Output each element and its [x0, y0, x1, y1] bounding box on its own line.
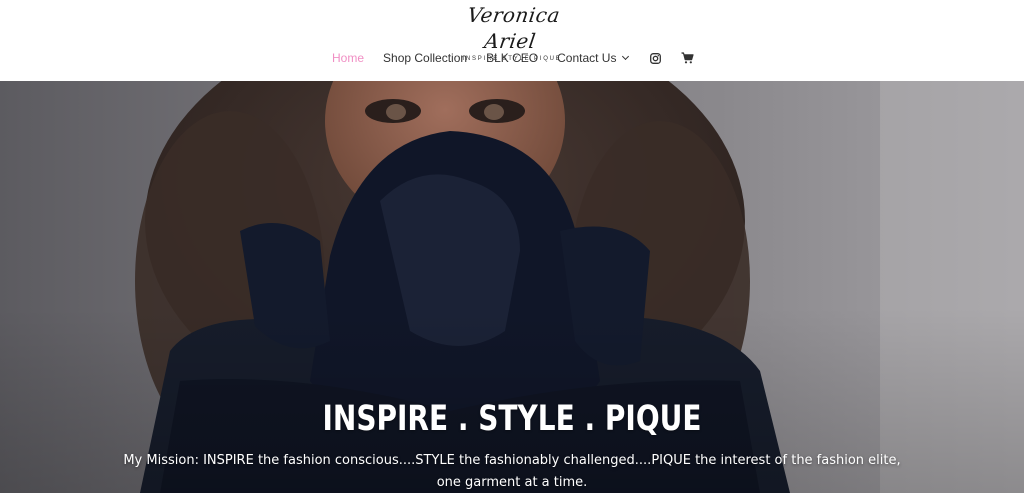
mission-statement: My Mission: INSPIRE the fashion consciou… — [123, 453, 901, 490]
nav-item-contact-us[interactable]: Contact Us — [557, 51, 630, 65]
logo-script-text: Veronica Ariel — [465, 3, 562, 53]
nav-item-blk-ceo[interactable]: BLK CEO — [486, 51, 538, 65]
chevron-down-icon — [622, 52, 630, 61]
nav-item-home[interactable]: Home — [332, 51, 364, 65]
nav-item-shop-collection[interactable]: Shop Collection — [383, 51, 467, 65]
brand-logo[interactable]: Veronica Ariel INSPIRE STYLE PIQUE — [452, 2, 572, 62]
instagram-icon[interactable] — [648, 51, 662, 65]
main-navigation: Home Shop Collection BLK CEO Contact Us — [332, 48, 694, 68]
hero-section: INSPIRE . STYLE . PIQUE My Mission: INSP… — [0, 81, 1024, 493]
hero-title: INSPIRE . STYLE . PIQUE — [322, 399, 702, 439]
nav-item-contact-us-label: Contact Us — [557, 51, 617, 65]
site-header: Veronica Ariel INSPIRE STYLE PIQUE Home … — [0, 0, 1024, 81]
shopping-cart-icon[interactable] — [680, 51, 694, 65]
